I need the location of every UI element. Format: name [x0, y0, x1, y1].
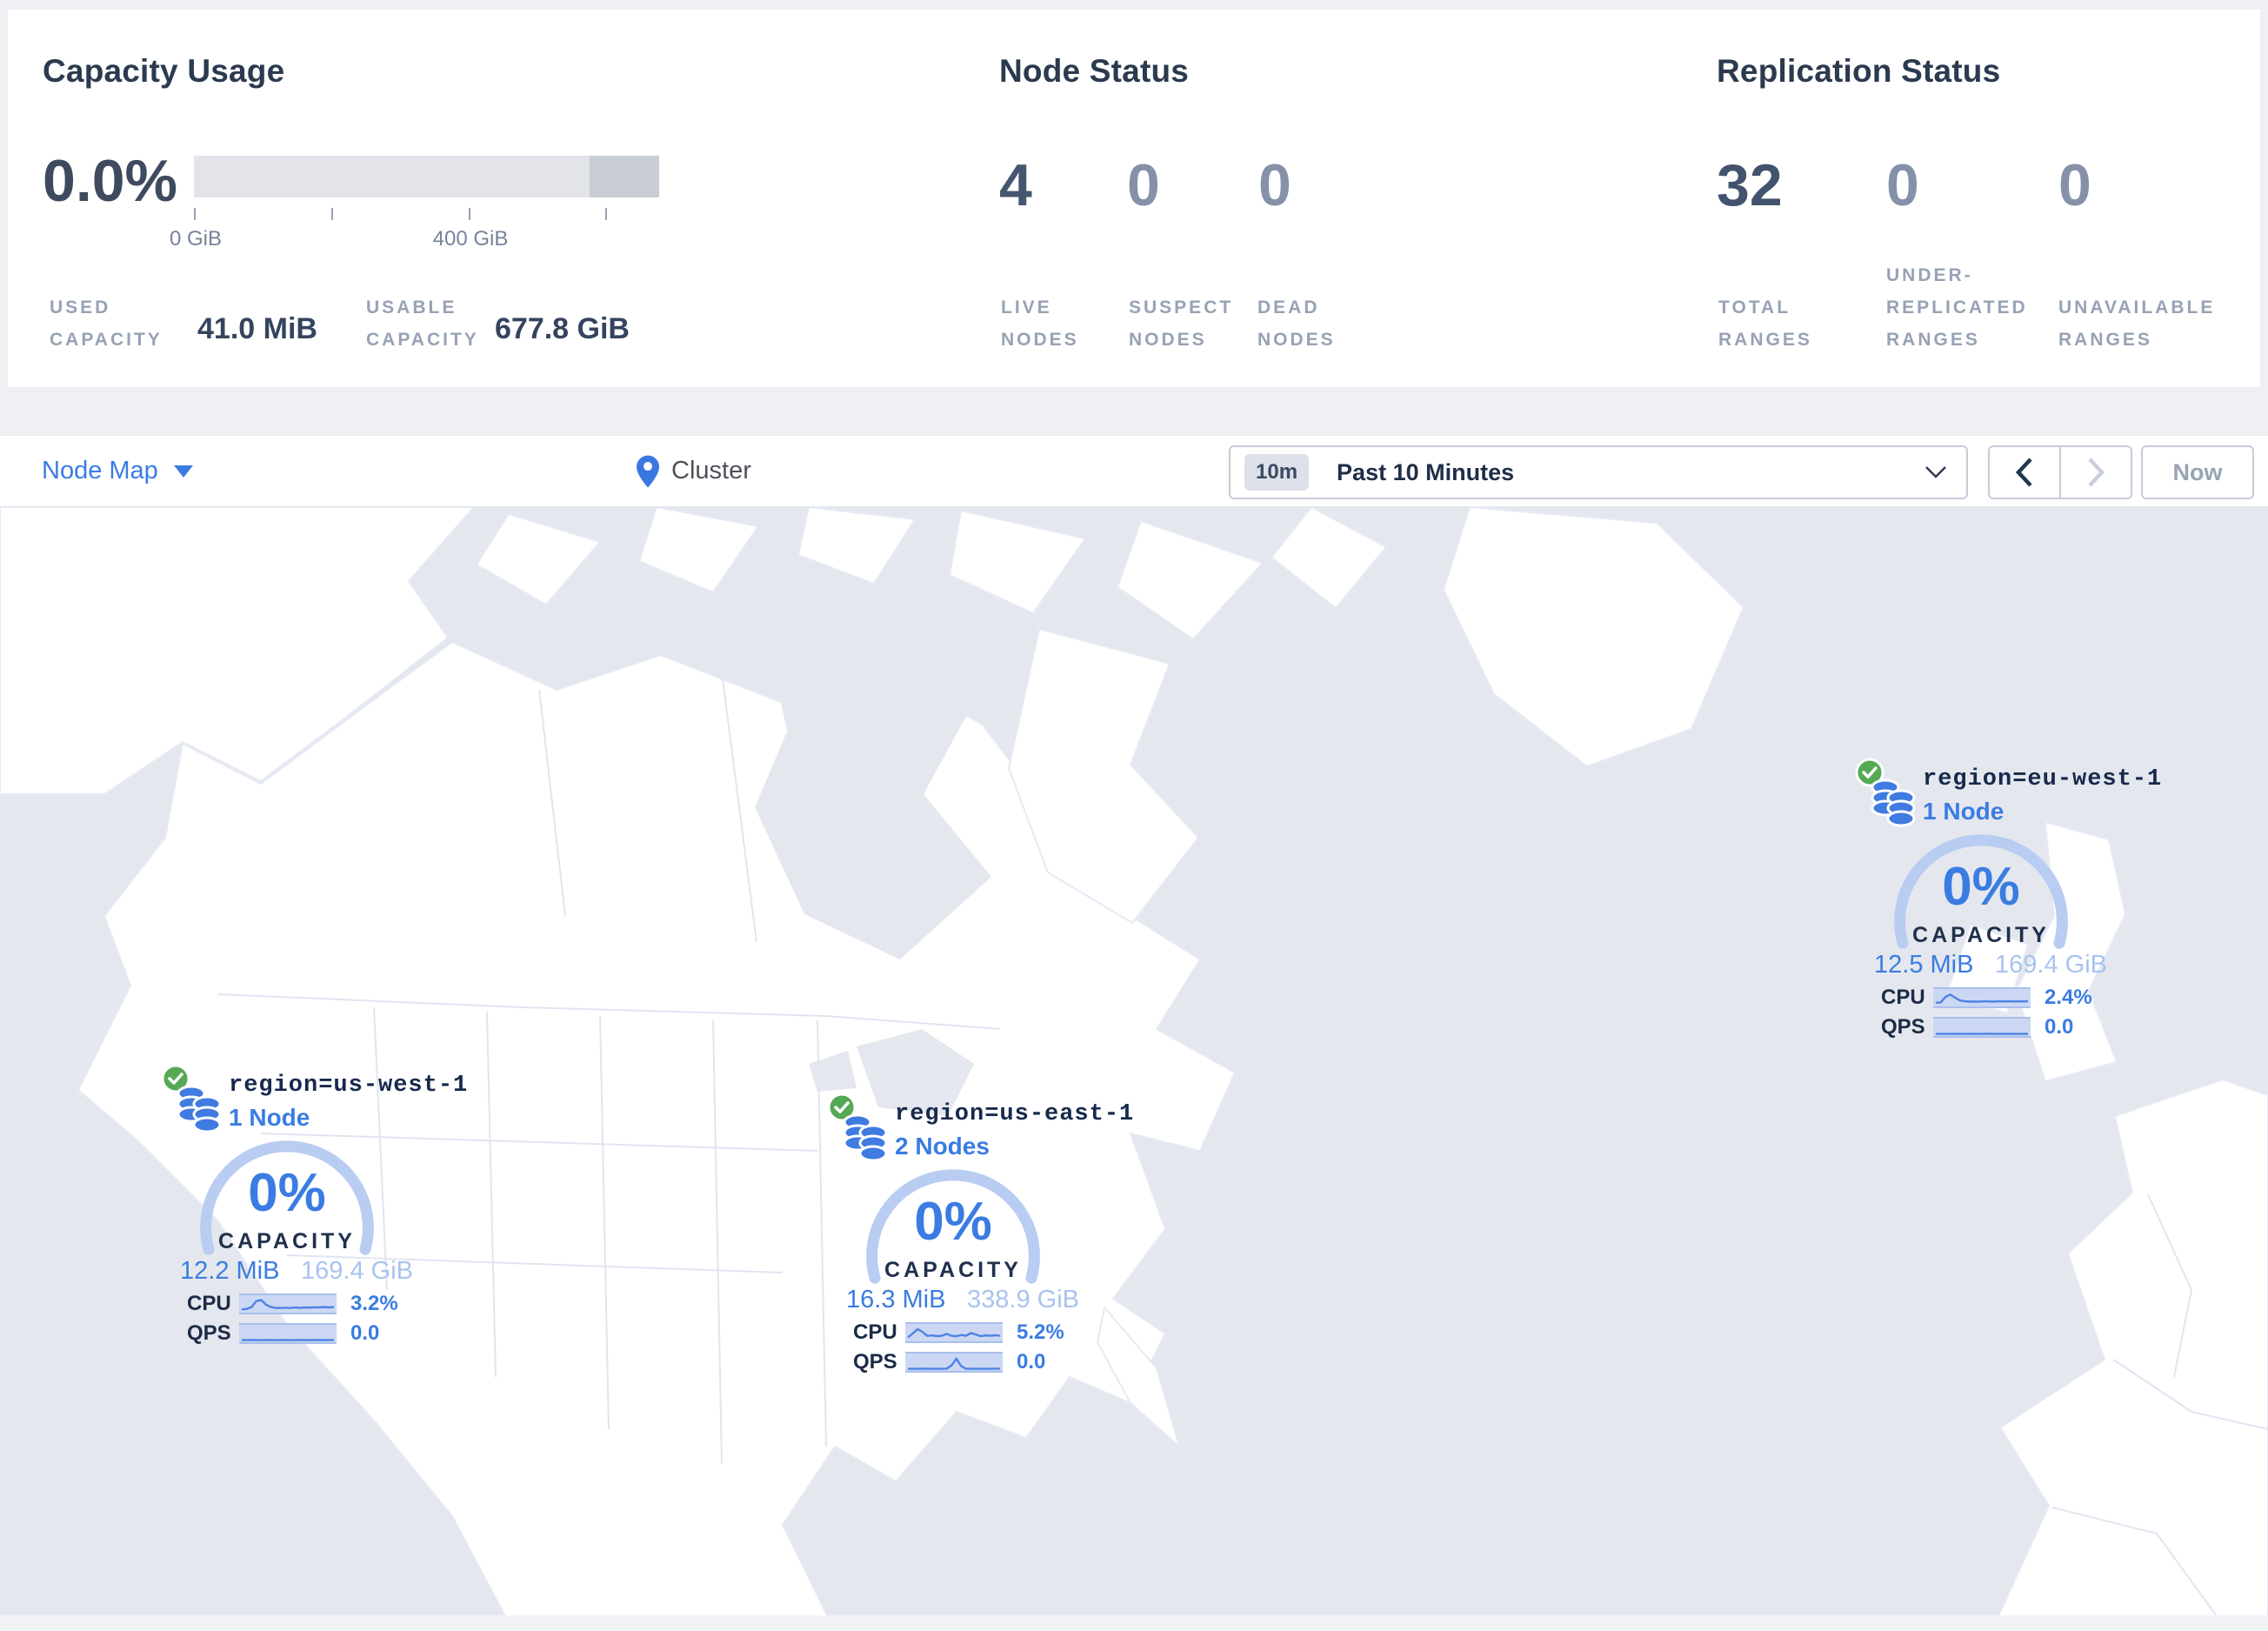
- cpu-label: CPU: [1881, 986, 1925, 1009]
- map-pin-icon: [637, 455, 659, 487]
- under-replicated-ranges-count: 0: [1886, 152, 1919, 218]
- cpu-value: 3.2%: [350, 1292, 398, 1315]
- region-name: region=eu-west-1: [1923, 766, 2163, 792]
- chevron-down-icon: [1925, 466, 1946, 478]
- database-nodes-icon: [843, 1113, 888, 1162]
- region-name: region=us-west-1: [229, 1073, 469, 1099]
- region-name: region=us-east-1: [895, 1101, 1135, 1127]
- node-status-title: Node Status: [999, 53, 1190, 89]
- region-usable-capacity: 169.4 GiB: [301, 1257, 413, 1285]
- time-range-label: Past 10 Minutes: [1337, 458, 1515, 485]
- time-range-badge: 10m: [1244, 454, 1310, 491]
- region-capacity-percent: 0%: [248, 1163, 326, 1223]
- capacity-tick: [605, 208, 607, 220]
- qps-label: QPS: [1881, 1015, 1925, 1039]
- time-range-selector[interactable]: 10m Past 10 Minutes: [1229, 445, 1968, 499]
- region-used-capacity: 12.5 MiB: [1874, 951, 1974, 979]
- capacity-tick: [469, 208, 470, 220]
- used-capacity-label: USED CAPACITY: [50, 297, 163, 350]
- usable-capacity-label: USABLE CAPACITY: [366, 297, 479, 350]
- database-nodes-icon: [177, 1085, 222, 1133]
- map-toolbar: Node Map Cluster 10m Past 10 Minutes Now: [0, 435, 2268, 507]
- cluster-overview-page: Capacity Usage 0.0% 0 GiB 400 GiB USED C…: [0, 0, 2268, 1631]
- capacity-bar: [194, 156, 659, 197]
- under-replicated-ranges-label: UNDER-REPLICATED RANGES: [1886, 265, 2028, 350]
- cpu-value: 5.2%: [1017, 1320, 1064, 1344]
- region-node-count: 2 Nodes: [895, 1133, 990, 1160]
- capacity-tick-label-0: 0 GiB: [169, 227, 223, 251]
- suspect-nodes-label: SUSPECT NODES: [1129, 297, 1234, 350]
- chevron-right-icon: [2088, 458, 2105, 487]
- capacity-tick: [331, 208, 333, 220]
- chevron-left-icon: [2016, 458, 2032, 487]
- cpu-sparkline: [239, 1293, 337, 1314]
- region-capacity-percent: 0%: [914, 1192, 992, 1252]
- region-capacity-label: CAPACITY: [884, 1258, 1022, 1282]
- qps-label: QPS: [853, 1350, 897, 1374]
- time-nav-buttons: [1988, 445, 2132, 499]
- live-nodes-count: 4: [999, 152, 1032, 218]
- suspect-nodes-count: 0: [1127, 152, 1160, 218]
- chevron-down-icon: [173, 465, 193, 478]
- now-button[interactable]: Now: [2141, 445, 2254, 499]
- database-nodes-icon: [1871, 779, 1916, 827]
- region-usable-capacity: 338.9 GiB: [967, 1286, 1079, 1313]
- region-capacity-percent: 0%: [1942, 857, 2020, 917]
- time-next-button[interactable]: [2061, 447, 2131, 498]
- dead-nodes-count: 0: [1258, 152, 1291, 218]
- dead-nodes-label: DEAD NODES: [1257, 297, 1336, 350]
- qps-value: 0.0: [2045, 1015, 2074, 1039]
- map-bottom-strip: [0, 1615, 2268, 1631]
- region-marker-eu-west-1[interactable]: region=eu-west-1 1 Node 0% CAPACITY 12.5…: [1855, 758, 2161, 1062]
- cluster-summary-card: Capacity Usage 0.0% 0 GiB 400 GiB USED C…: [7, 9, 2261, 388]
- capacity-tick-label-400: 400 GiB: [432, 227, 509, 251]
- replication-status-title: Replication Status: [1717, 53, 2001, 89]
- usable-capacity-value: 677.8 GiB: [495, 312, 630, 345]
- qps-value: 0.0: [1017, 1350, 1046, 1374]
- region-capacity-label: CAPACITY: [1912, 923, 2050, 947]
- capacity-bar-segment: [589, 156, 659, 197]
- qps-value: 0.0: [350, 1321, 380, 1345]
- capacity-used-percent: 0.0%: [43, 148, 177, 214]
- qps-sparkline: [1933, 1017, 2031, 1038]
- unavailable-ranges-count: 0: [2058, 152, 2091, 218]
- live-nodes-label: LIVE NODES: [1001, 297, 1079, 350]
- region-node-count: 1 Node: [229, 1104, 310, 1131]
- capacity-tick: [194, 208, 196, 220]
- cpu-value: 2.4%: [2045, 986, 2092, 1009]
- used-capacity-value: 41.0 MiB: [197, 312, 317, 345]
- total-ranges-count: 32: [1717, 152, 1783, 218]
- unavailable-ranges-label: UNAVAILABLE RANGES: [2058, 297, 2216, 350]
- region-used-capacity: 16.3 MiB: [846, 1286, 946, 1313]
- breadcrumb[interactable]: Cluster: [637, 436, 751, 506]
- region-usable-capacity: 169.4 GiB: [1995, 951, 2107, 979]
- total-ranges-label: TOTAL RANGES: [1718, 297, 1812, 350]
- region-used-capacity: 12.2 MiB: [180, 1257, 280, 1285]
- cpu-sparkline: [905, 1322, 1003, 1343]
- qps-label: QPS: [187, 1321, 231, 1345]
- capacity-usage-title: Capacity Usage: [43, 53, 285, 89]
- cpu-label: CPU: [853, 1320, 897, 1344]
- region-capacity-label: CAPACITY: [218, 1229, 356, 1253]
- region-marker-us-west-1[interactable]: region=us-west-1 1 Node 0% CAPACITY 12.2…: [161, 1064, 467, 1368]
- region-node-count: 1 Node: [1923, 798, 2005, 825]
- qps-sparkline: [239, 1323, 337, 1344]
- view-selector-dropdown[interactable]: Node Map: [42, 436, 193, 506]
- time-prev-button[interactable]: [1990, 447, 2061, 498]
- qps-sparkline: [905, 1352, 1003, 1373]
- breadcrumb-label: Cluster: [671, 457, 751, 485]
- region-marker-us-east-1[interactable]: region=us-east-1 2 Nodes 0% CAPACITY 16.…: [827, 1093, 1133, 1397]
- cpu-sparkline: [1933, 987, 2031, 1008]
- view-selector-label: Node Map: [42, 457, 158, 485]
- cpu-label: CPU: [187, 1292, 231, 1315]
